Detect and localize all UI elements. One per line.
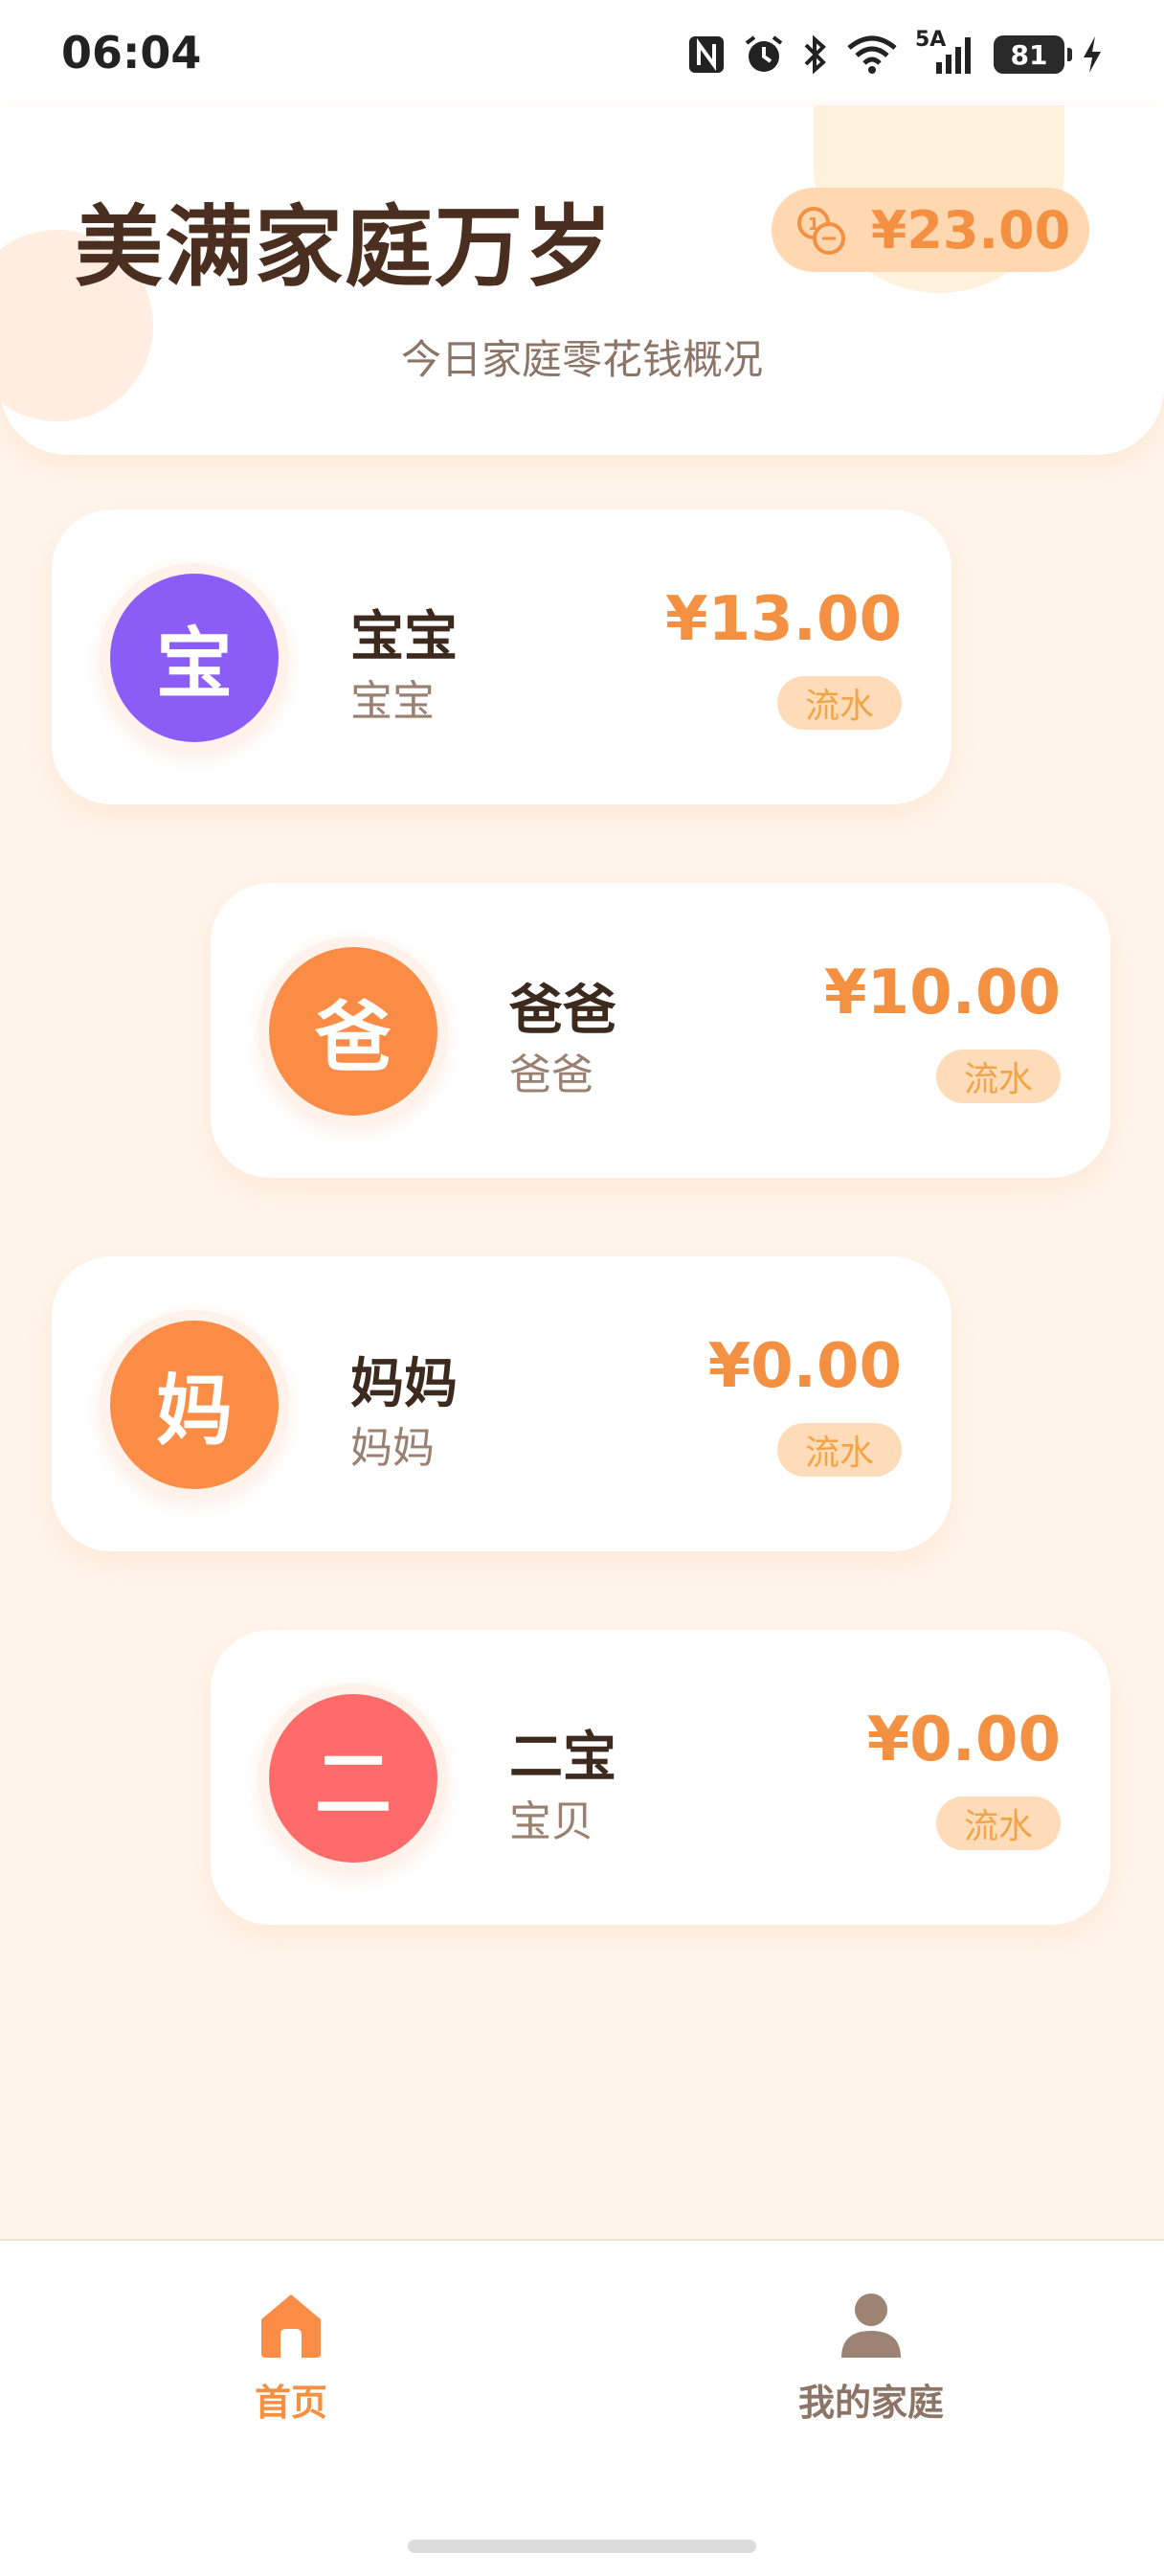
member-role: 宝贝 <box>509 1797 593 1846</box>
avatar: 爸 <box>269 947 437 1116</box>
nav-home[interactable]: 首页 <box>147 2291 435 2426</box>
avatar-ring: 二 <box>258 1683 448 1873</box>
member-name: 爸爸 <box>509 980 616 1042</box>
signal-icon: 5A <box>915 28 976 76</box>
alarm-icon <box>745 35 783 72</box>
bottom-nav: 首页 我的家庭 <box>0 2239 1164 2576</box>
status-icons: 5A 81 <box>687 28 1103 79</box>
nav-family-label: 我的家庭 <box>797 2382 944 2424</box>
status-bar: 06:04 5A 81 <box>0 0 1164 105</box>
avatar-ring: 妈 <box>100 1310 289 1500</box>
member-role: 妈妈 <box>350 1424 435 1473</box>
member-role: 爸爸 <box>509 1051 593 1099</box>
nav-my-family[interactable]: 我的家庭 <box>728 2291 1015 2426</box>
flow-button[interactable]: 流水 <box>936 1796 1061 1850</box>
nfc-icon <box>689 36 724 73</box>
member-amount: ¥0.00 <box>866 1705 1061 1775</box>
member-amount: ¥0.00 <box>707 1331 902 1402</box>
member-card[interactable]: 宝 宝宝 宝宝 ¥13.00 流水 <box>52 509 951 804</box>
home-icon <box>261 2294 321 2358</box>
battery-level: 81 <box>1010 38 1048 71</box>
member-name: 二宝 <box>509 1727 616 1789</box>
member-name: 妈妈 <box>350 1353 458 1415</box>
coins-icon: 1 <box>796 207 845 255</box>
avatar-initial: 爸 <box>315 993 392 1082</box>
status-time: 06:04 <box>61 27 202 79</box>
member-card[interactable]: 爸 爸爸 爸爸 ¥10.00 流水 <box>211 883 1110 1178</box>
member-amount: ¥10.00 <box>824 958 1061 1028</box>
flow-button[interactable]: 流水 <box>777 1423 902 1477</box>
bluetooth-icon <box>804 34 826 75</box>
total-amount: ¥23.00 <box>870 199 1071 260</box>
avatar-initial: 妈 <box>156 1367 233 1456</box>
member-card[interactable]: 妈 妈妈 妈妈 ¥0.00 流水 <box>52 1256 951 1551</box>
flow-button[interactable]: 流水 <box>936 1050 1061 1103</box>
family-title: 美满家庭万岁 <box>75 196 616 299</box>
avatar-initial: 宝 <box>156 620 233 709</box>
person-icon <box>841 2294 901 2358</box>
family-subtitle: 今日家庭零花钱概况 <box>400 336 763 383</box>
avatar-ring: 爸 <box>258 937 448 1126</box>
avatar: 妈 <box>110 1321 279 1489</box>
avatar: 二 <box>269 1694 437 1863</box>
member-role: 宝宝 <box>350 677 435 726</box>
avatar: 宝 <box>110 574 279 742</box>
flow-button[interactable]: 流水 <box>777 676 902 730</box>
family-header: 美满家庭万岁 1 ¥23.00 今日家庭零花钱概况 <box>0 105 1164 455</box>
member-card[interactable]: 二 二宝 宝贝 ¥0.00 流水 <box>211 1630 1110 1925</box>
charging-icon <box>1084 36 1101 73</box>
total-amount-pill[interactable]: 1 ¥23.00 <box>772 188 1089 272</box>
member-name: 宝宝 <box>350 606 458 668</box>
wifi-icon <box>847 35 897 74</box>
avatar-ring: 宝 <box>100 563 289 753</box>
home-indicator[interactable] <box>408 2540 756 2553</box>
battery-icon: 81 <box>994 35 1072 74</box>
nav-home-label: 首页 <box>254 2382 327 2424</box>
member-amount: ¥13.00 <box>665 584 902 655</box>
avatar-initial: 二 <box>315 1740 392 1829</box>
